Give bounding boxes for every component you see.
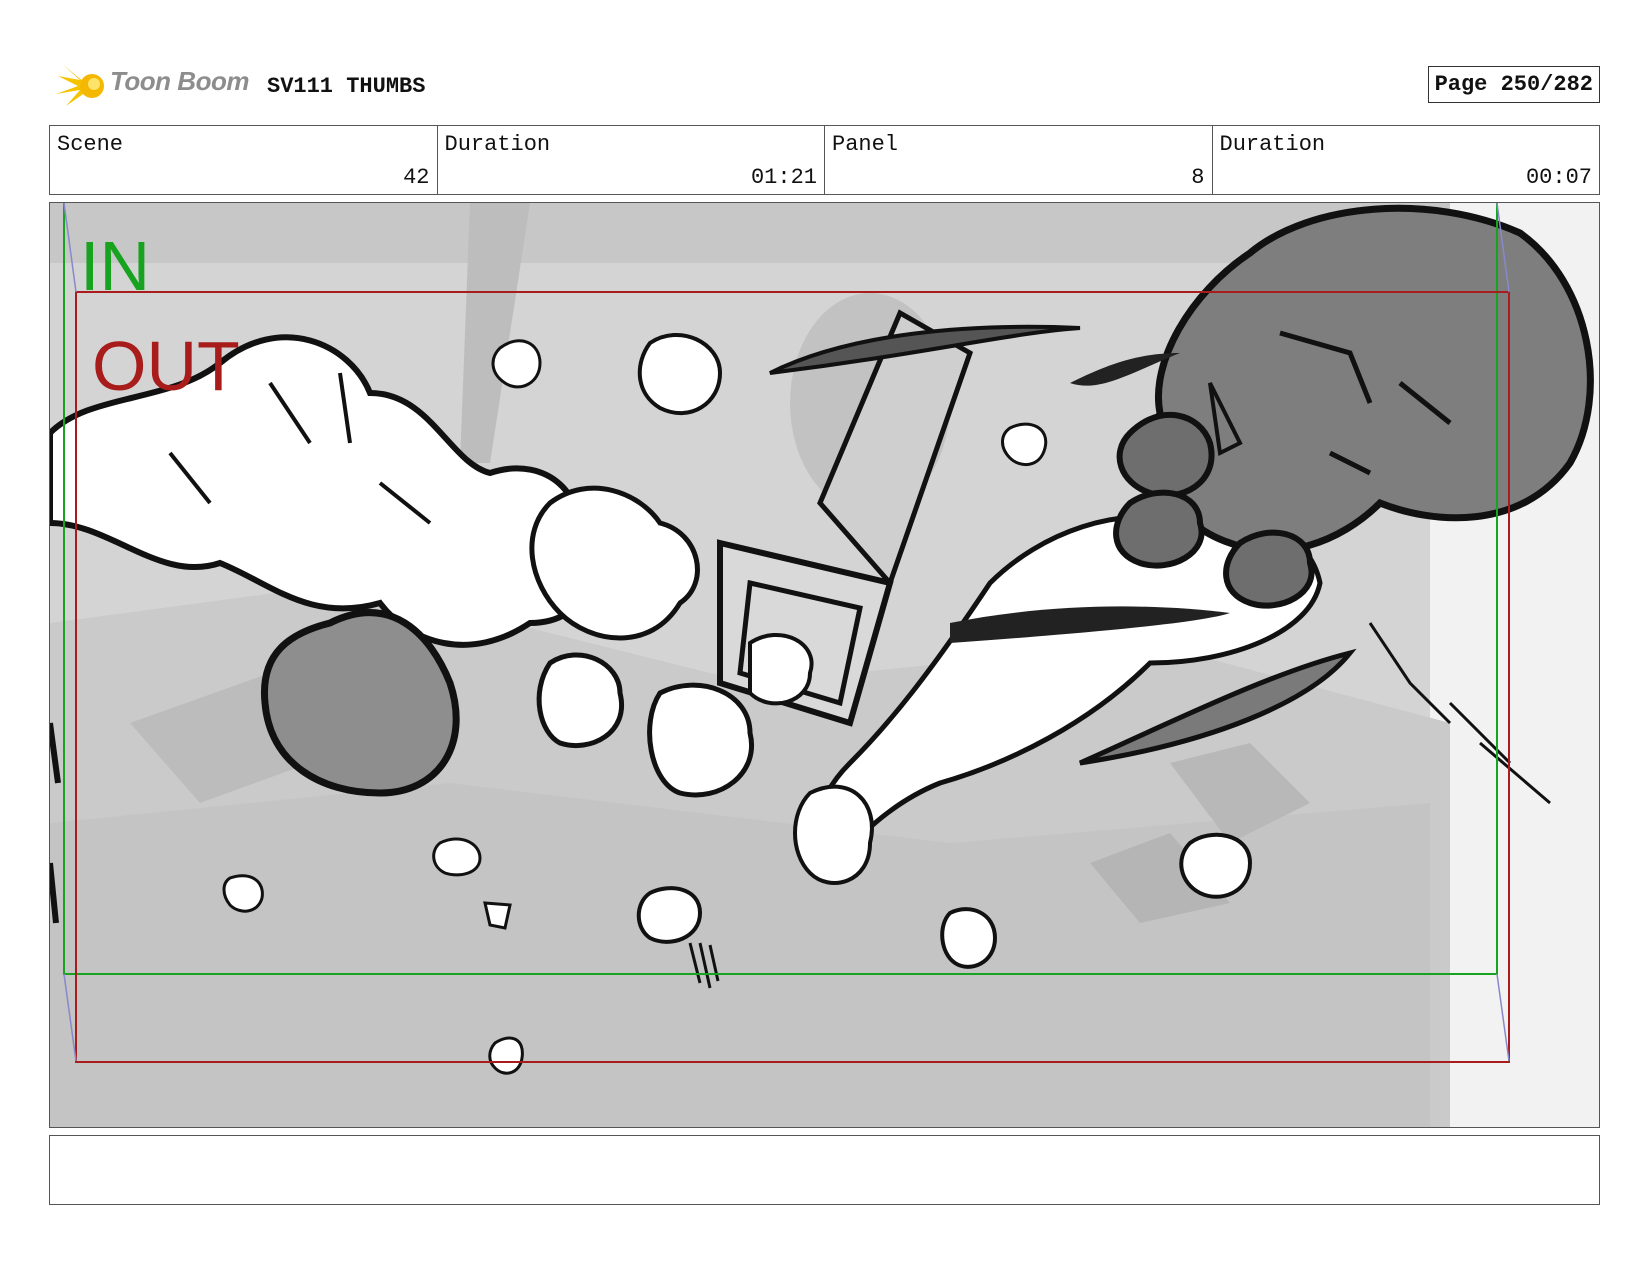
panel-duration-value: 00:07	[1525, 165, 1592, 190]
project-title: SV111 THUMBS	[267, 74, 426, 99]
panel-duration-cell: Duration 00:07	[1213, 126, 1600, 194]
in-frame-label: IN	[80, 227, 150, 305]
starburst-icon	[56, 64, 104, 106]
storyboard-panel-image: IN OUT	[49, 202, 1600, 1128]
scene-value: 42	[403, 165, 430, 190]
panel-notes-box	[49, 1135, 1600, 1205]
scene-label: Scene	[57, 132, 124, 157]
sketch-drawing	[50, 203, 1599, 1127]
panel-value: 8	[1191, 165, 1205, 190]
panel-cell: Panel 8	[825, 126, 1213, 194]
out-frame-label: OUT	[92, 327, 240, 405]
scene-duration-label: Duration	[444, 132, 551, 157]
scene-duration-value: 01:21	[750, 165, 817, 190]
panel-duration-label: Duration	[1219, 132, 1326, 157]
toon-boom-logo: Toon Boom	[54, 60, 254, 108]
page-number: Page 250/282	[1427, 66, 1600, 103]
panel-label: Panel	[832, 132, 899, 157]
scene-cell: Scene 42	[50, 126, 438, 194]
scene-duration-cell: Duration 01:21	[438, 126, 825, 194]
storyboard-header: Toon Boom SV111 THUMBS Page 250/282	[50, 56, 1600, 112]
scene-info-table: Scene 42 Duration 01:21 Panel 8 Duration…	[49, 125, 1600, 195]
brand-name: Toon Boom	[110, 66, 249, 96]
